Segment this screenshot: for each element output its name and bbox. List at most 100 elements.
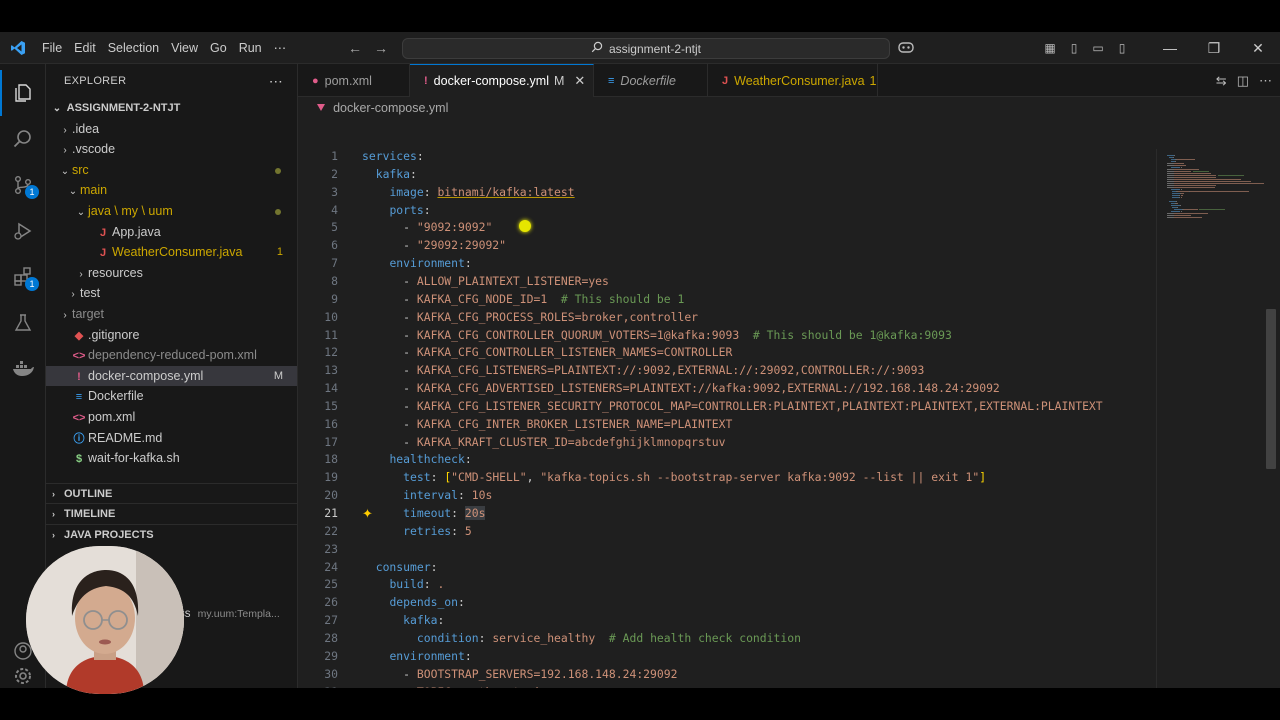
code-line[interactable]: - KAFKA_CFG_ADVERTISED_LISTENERS=PLAINTE…	[362, 381, 1000, 395]
code-line[interactable]: timeout: 20s	[362, 506, 486, 520]
tree-folder[interactable]: › .idea	[46, 119, 297, 140]
code-token: :	[464, 648, 472, 663]
code-line[interactable]: interval: 10s	[362, 488, 492, 502]
editor-tab[interactable]: ● pom.xml	[298, 64, 410, 97]
minimap[interactable]	[1156, 149, 1266, 688]
code-line[interactable]: - KAFKA_CFG_LISTENER_SECURITY_PROTOCOL_M…	[362, 399, 1103, 413]
tree-folder[interactable]: › test	[46, 283, 297, 304]
code-line[interactable]: - KAFKA_CFG_LISTENERS=PLAINTEXT://:9092,…	[362, 363, 924, 377]
code-line[interactable]: - KAFKA_CFG_PROCESS_ROLES=broker,control…	[362, 310, 698, 324]
minimize-icon[interactable]: —	[1148, 40, 1192, 56]
copilot-icon[interactable]	[894, 40, 918, 57]
sidebar-section-header[interactable]: › JAVA PROJECTS	[46, 523, 297, 545]
minimap-token	[1179, 205, 1181, 207]
toggle-sidebar-icon[interactable]: ▯	[1062, 41, 1086, 55]
tree-file[interactable]: ≡ Dockerfile	[46, 386, 297, 407]
vertical-scrollbar[interactable]	[1264, 149, 1278, 688]
code-line[interactable]: - KAFKA_CFG_CONTROLLER_LISTENER_NAMES=CO…	[362, 345, 732, 359]
breadcrumb[interactable]: docker-compose.yml	[298, 97, 1280, 119]
tree-folder[interactable]: › target	[46, 304, 297, 325]
explorer-icon[interactable]	[0, 70, 46, 116]
tree-file[interactable]: ! docker-compose.yml M	[46, 365, 297, 387]
more-editor-actions-icon[interactable]: ⋯	[1259, 73, 1272, 89]
editor-tab[interactable]: ≡ Dockerfile	[594, 64, 708, 97]
code-line[interactable]: - "9092:9092"	[362, 220, 492, 234]
code-line[interactable]: - BOOTSTRAP_SERVERS=192.168.148.24:29092	[362, 667, 677, 681]
chevron-right-icon: ›	[71, 289, 75, 301]
search-view-icon[interactable]	[0, 116, 46, 162]
split-editor-icon[interactable]: ◫	[1237, 73, 1249, 89]
code-line[interactable]: retries: 5	[362, 524, 472, 538]
tree-folder[interactable]: ⌄ java \ my \ uum	[46, 201, 297, 222]
tree-file[interactable]: J App.java	[46, 222, 297, 243]
close-tab-icon[interactable]: ✕	[574, 73, 585, 89]
vertical-scroll-thumb[interactable]	[1266, 309, 1276, 469]
code-line[interactable]: kafka:	[362, 167, 417, 181]
code-line[interactable]: healthcheck:	[362, 452, 472, 467]
menu-item[interactable]: Run	[233, 32, 268, 64]
code-line[interactable]: - ALLOW_PLAINTEXT_LISTENER=yes	[362, 274, 609, 288]
manage-gear-icon[interactable]	[0, 664, 46, 688]
code-line[interactable]: kafka:	[362, 613, 444, 627]
close-window-icon[interactable]: ✕	[1236, 40, 1280, 57]
tree-folder[interactable]: ⌄ src	[46, 160, 297, 181]
code-token: :	[464, 452, 472, 467]
tree-folder[interactable]: › .vscode	[46, 139, 297, 160]
forward-arrow-icon[interactable]: →	[374, 32, 388, 64]
tree-file[interactable]: $ wait-for-kafka.sh	[46, 448, 297, 469]
code-line[interactable]: condition: service_healthy # Add health …	[362, 631, 801, 645]
tree-folder[interactable]: › resources	[46, 263, 297, 284]
toggle-secondary-sidebar-icon[interactable]: ▯	[1110, 41, 1134, 55]
code-line[interactable]: environment:	[362, 648, 472, 663]
code-line[interactable]: image: bitnami/kafka:latest	[362, 185, 574, 199]
workspace-root[interactable]: ⌄ ASSIGNMENT-2-NTJT	[46, 98, 297, 119]
toggle-panel-icon[interactable]: ▭	[1086, 41, 1110, 55]
testing-flask-icon[interactable]	[0, 300, 46, 346]
restore-icon[interactable]: ❐	[1192, 40, 1236, 57]
extensions-icon[interactable]: 1	[0, 254, 46, 300]
code-line[interactable]: consumer:	[362, 560, 438, 574]
sidebar-section-header[interactable]: › OUTLINE	[46, 482, 297, 504]
chevron-down-icon: ⌄	[76, 206, 86, 218]
code-line[interactable]: ports:	[362, 203, 430, 217]
code-line[interactable]: services:	[362, 149, 424, 163]
compare-changes-icon[interactable]: ⇆	[1216, 73, 1227, 89]
command-center-search[interactable]: assignment-2-ntjt	[402, 38, 890, 59]
code-line[interactable]: - TOPIC=weather_topic	[362, 685, 547, 689]
menu-item[interactable]: View	[165, 32, 204, 64]
tree-file[interactable]: J WeatherConsumer.java 1	[46, 242, 297, 263]
customize-layout-icon[interactable]: ▦	[1038, 41, 1062, 55]
tree-file[interactable]: ◆ .gitignore	[46, 325, 297, 346]
menu-item[interactable]: Selection	[102, 32, 165, 64]
run-debug-icon[interactable]	[0, 208, 46, 254]
menu-item[interactable]: File	[36, 32, 68, 64]
code-line[interactable]: depends_on:	[362, 595, 464, 609]
tree-file[interactable]: <> dependency-reduced-pom.xml	[46, 345, 297, 366]
tree-file[interactable]: ⓘ README.md	[46, 428, 297, 449]
java-project-entry[interactable]: lass my.uum:Templa...	[170, 608, 280, 620]
docker-icon[interactable]	[0, 346, 46, 392]
menu-item[interactable]: Go	[204, 32, 233, 64]
menu-item[interactable]: ⋯	[268, 32, 293, 64]
back-arrow-icon[interactable]: ←	[348, 32, 362, 64]
code-token: environment	[389, 648, 465, 663]
code-line[interactable]: test: ["CMD-SHELL", "kafka-topics.sh --b…	[362, 470, 986, 484]
sparkle-lightbulb-icon[interactable]: ✦	[362, 506, 373, 522]
code-line[interactable]: - KAFKA_CFG_INTER_BROKER_LISTENER_NAME=P…	[362, 417, 732, 431]
tree-file[interactable]: <> pom.xml	[46, 407, 297, 428]
code-token: :	[464, 256, 472, 271]
sidebar-section-header[interactable]: › TIMELINE	[46, 503, 297, 524]
source-control-icon[interactable]: 1	[0, 162, 46, 208]
code-line[interactable]: environment:	[362, 256, 472, 271]
code-line[interactable]: - KAFKA_CFG_CONTROLLER_QUORUM_VOTERS=1@k…	[362, 328, 952, 342]
editor-tab[interactable]: J WeatherConsumer.java 1	[708, 64, 878, 97]
code-line[interactable]: - KAFKA_CFG_NODE_ID=1 # This should be 1	[362, 292, 684, 306]
code-line[interactable]: - KAFKA_KRAFT_CLUSTER_ID=abcdefghijklmno…	[362, 435, 725, 449]
menu-item[interactable]: Edit	[68, 32, 102, 64]
code-line[interactable]: - "29092:29092"	[362, 238, 506, 252]
editor-tab[interactable]: ! docker-compose.yml M ✕	[410, 64, 594, 97]
more-actions-icon[interactable]: ⋯	[269, 73, 283, 90]
code-line[interactable]: build: .	[362, 577, 444, 591]
tree-folder[interactable]: ⌄ main	[46, 180, 297, 201]
